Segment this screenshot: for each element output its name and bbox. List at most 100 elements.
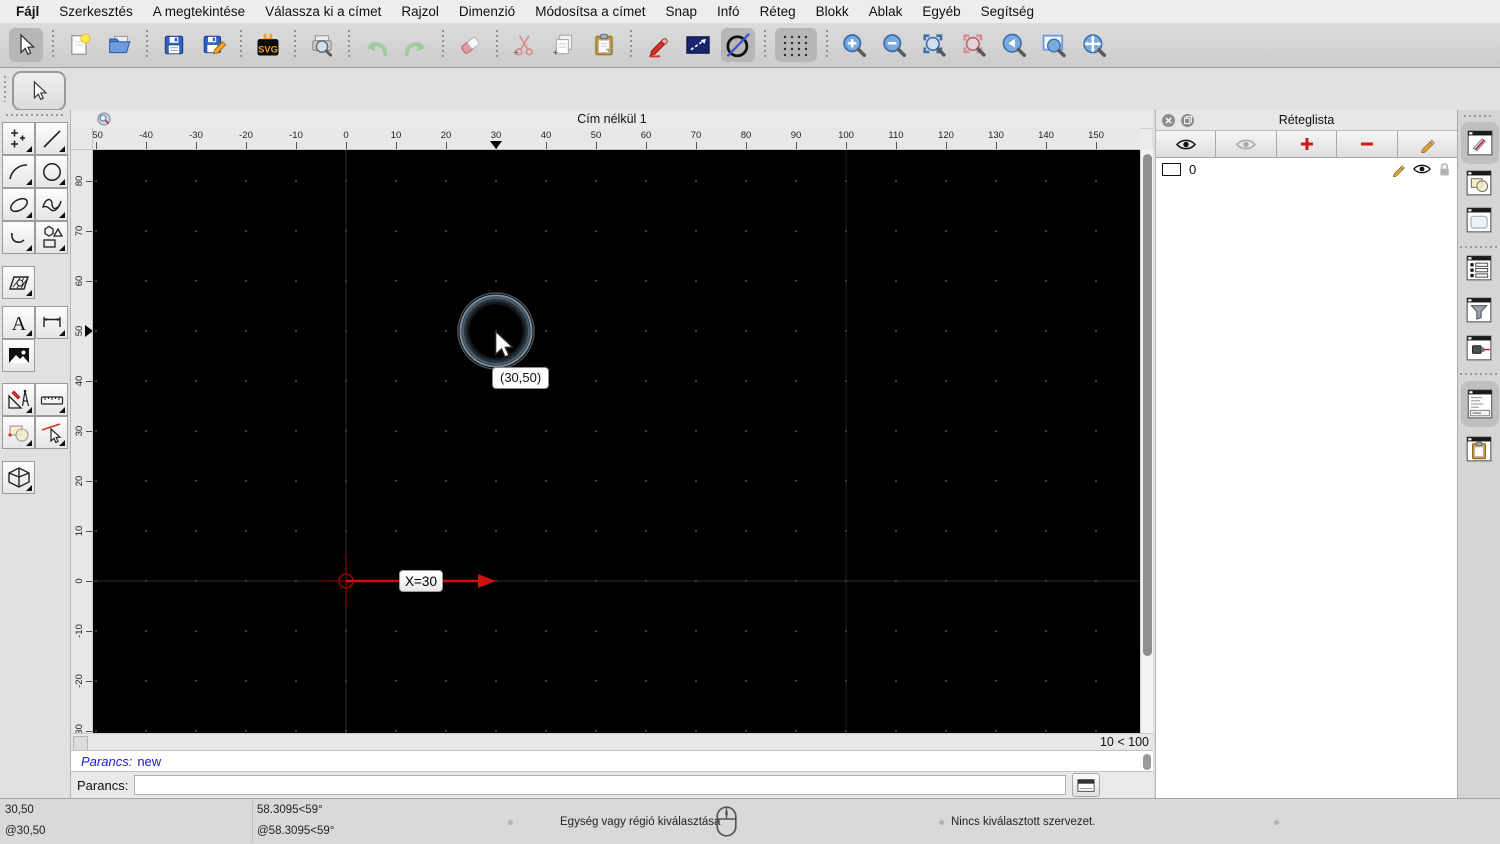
pen-attributes-button[interactable]	[641, 28, 675, 62]
redo-button[interactable]	[399, 28, 433, 62]
menu-item-v-lassza-ki-a-c-met[interactable]: Válassza ki a címet	[255, 4, 391, 19]
ellipse-tool-button[interactable]	[2, 188, 35, 221]
layer-visibility-eye-icon[interactable]	[1413, 163, 1431, 175]
dock-block-list-icon	[1466, 170, 1492, 196]
ruler-h-label: 0	[343, 130, 349, 141]
line-tool-button[interactable]	[35, 122, 68, 155]
paste-icon	[595, 33, 613, 56]
dock-pen-palette-button[interactable]	[1464, 333, 1494, 363]
menu-item-f-jl[interactable]: Fájl	[6, 4, 49, 19]
draw-misc-tool-button[interactable]	[2, 383, 35, 416]
layer-color-swatch[interactable]	[1162, 162, 1181, 176]
ruler-h-tick	[396, 142, 397, 149]
ruler-h-label: -20	[239, 130, 253, 141]
menu-item-blokk[interactable]: Blokk	[806, 4, 859, 19]
dock-layer-list-button[interactable]	[1461, 122, 1499, 164]
selection-tool-button[interactable]	[12, 71, 66, 111]
keyboard-button[interactable]	[1072, 773, 1101, 797]
select-tool-button[interactable]	[35, 416, 68, 449]
drag-handle[interactable]	[1464, 115, 1494, 117]
image-icon	[8, 347, 29, 363]
canvas-vertical-scrollbar[interactable]	[1140, 150, 1153, 733]
menu-item-a-megtekint-se[interactable]: A megtekintése	[143, 4, 255, 19]
save-as-button[interactable]	[197, 28, 231, 62]
menu-item-rajzol[interactable]: Rajzol	[391, 4, 449, 19]
dock-entity-list-button[interactable]	[1464, 253, 1494, 283]
ruler-h-tick	[96, 142, 97, 149]
modify-tool-button[interactable]	[2, 416, 35, 449]
undock-icon[interactable]	[1181, 113, 1194, 127]
draw-order-icon	[686, 36, 710, 54]
ruler-h-label: 140	[1038, 130, 1054, 141]
drag-handle[interactable]	[4, 76, 6, 102]
new-document-button[interactable]	[63, 28, 97, 62]
solid-tool-button[interactable]	[2, 461, 35, 494]
layer-lock-icon[interactable]	[1438, 162, 1451, 177]
dock-block-list-button[interactable]	[1464, 168, 1494, 198]
zoom-pan-button[interactable]	[1077, 28, 1111, 62]
menu-item-egy-b[interactable]: Egyéb	[912, 4, 970, 19]
zoom-previous-button[interactable]	[997, 28, 1031, 62]
menu-item-szerkeszt-s[interactable]: Szerkesztés	[49, 4, 143, 19]
polyline-tool-button[interactable]	[2, 221, 35, 254]
drag-handle[interactable]	[6, 114, 64, 116]
circle-tool-button[interactable]	[35, 155, 68, 188]
menu-item-inf-[interactable]: Infó	[707, 4, 750, 19]
arc-tool-button[interactable]	[2, 155, 35, 188]
tool-palette: A	[0, 110, 70, 798]
command-input[interactable]	[134, 775, 1067, 795]
menu-item-r-teg[interactable]: Réteg	[750, 4, 806, 19]
menu-item-dimenzi-[interactable]: Dimenzió	[449, 4, 525, 19]
show-all-layers-button[interactable]	[1156, 131, 1217, 157]
zoom-out-button[interactable]	[877, 28, 911, 62]
ruler-h-tick	[1096, 142, 1097, 149]
cut-button[interactable]: +	[507, 28, 541, 62]
print-preview-button[interactable]	[305, 28, 339, 62]
draw-order-button[interactable]	[681, 28, 715, 62]
menu-item-snap[interactable]: Snap	[656, 4, 708, 19]
layer-edit-pencil-icon[interactable]	[1391, 162, 1406, 177]
drawing-window-titlebar[interactable]: Cím nélkül 1	[71, 110, 1153, 129]
selection-arrow-button[interactable]	[9, 28, 43, 62]
image-tool-button[interactable]	[2, 339, 35, 372]
copy-button[interactable]: +	[547, 28, 581, 62]
open-file-button[interactable]	[103, 28, 137, 62]
undo-button[interactable]	[359, 28, 393, 62]
edit-layer-button[interactable]	[1397, 131, 1458, 157]
menu-item-ablak[interactable]: Ablak	[859, 4, 913, 19]
close-icon[interactable]	[1162, 113, 1175, 127]
layer-row[interactable]: 0	[1156, 158, 1457, 180]
add-layer-button[interactable]	[1276, 131, 1338, 157]
menu-item-m-dos-tsa-a-c-met[interactable]: Módosítsa a címet	[525, 4, 655, 19]
zoom-window-button[interactable]	[1037, 28, 1071, 62]
dock-filter-button[interactable]	[1464, 295, 1494, 325]
text-tool-button[interactable]: A	[2, 306, 35, 339]
history-scrollbar-thumb[interactable]	[1143, 754, 1151, 770]
drawing-canvas[interactable]: (30,50) X=30	[93, 150, 1140, 733]
spline-tool-button[interactable]	[35, 188, 68, 221]
save-button[interactable]	[157, 28, 191, 62]
layer-panel-titlebar[interactable]: Réteglista	[1156, 110, 1457, 131]
hide-all-layers-button[interactable]	[1216, 131, 1277, 157]
points-tool-button[interactable]	[2, 122, 35, 155]
dock-library-browser-button[interactable]	[1464, 205, 1494, 235]
polygon-tool-button[interactable]	[35, 221, 68, 254]
circle-tool-button[interactable]	[721, 28, 755, 62]
export-svg-button[interactable]: SVG	[251, 28, 285, 62]
scrollbar-thumb[interactable]	[1143, 154, 1152, 656]
remove-layer-button[interactable]	[1337, 131, 1398, 157]
zoom-in-button[interactable]	[837, 28, 871, 62]
eraser-button[interactable]	[453, 28, 487, 62]
snap-grid-button[interactable]	[775, 28, 817, 62]
layer-list-panel: Réteglista 0	[1155, 110, 1458, 798]
dock-clipboard-button[interactable]	[1464, 434, 1494, 464]
dock-command-line-button[interactable]	[1461, 381, 1499, 427]
zoom-selected-button[interactable]	[957, 28, 991, 62]
paste-button[interactable]	[587, 28, 621, 62]
minus-icon	[1360, 142, 1373, 146]
menu-item-seg-ts-g[interactable]: Segítség	[971, 4, 1044, 19]
hatch-tool-button[interactable]	[2, 266, 35, 299]
dimension-tool-button[interactable]	[35, 306, 68, 339]
measure-tool-button[interactable]	[35, 383, 68, 416]
zoom-auto-button[interactable]	[917, 28, 951, 62]
